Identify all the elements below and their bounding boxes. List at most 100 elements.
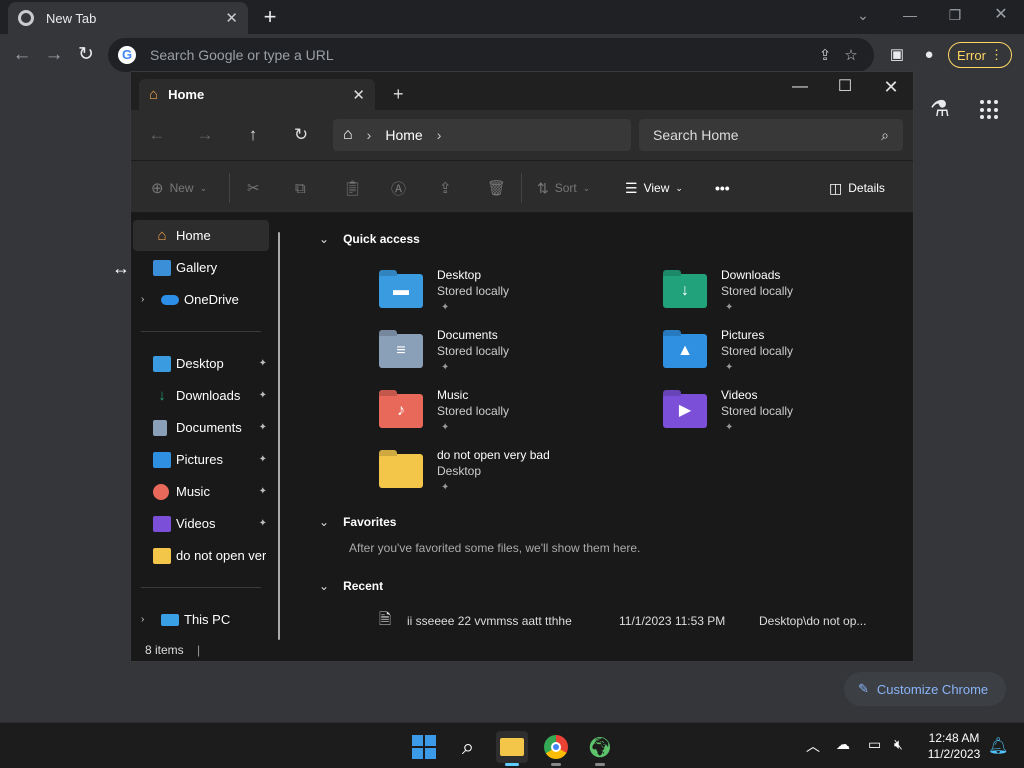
chrome-minimize-button[interactable]: — bbox=[897, 4, 923, 26]
explorer-minimize-button[interactable]: — bbox=[785, 77, 815, 97]
collapse-chevron-icon[interactable]: ⌄ bbox=[319, 579, 329, 593]
tray-overflow-chevron-icon[interactable]: ︿ bbox=[806, 736, 820, 756]
item-name: Videos bbox=[721, 388, 758, 402]
collapse-chevron-icon[interactable]: ⌄ bbox=[319, 232, 329, 246]
bookmark-star-icon[interactable]: ☆ bbox=[838, 46, 864, 64]
sidebar-item-videos[interactable]: Videos ✦ bbox=[133, 508, 269, 539]
more-options-icon[interactable]: ••• bbox=[715, 177, 730, 199]
sidebar-item-this-pc[interactable]: › This PC bbox=[133, 604, 269, 635]
sidebar-item-home[interactable]: ⌂ Home bbox=[133, 220, 269, 251]
taskbar-chrome-icon[interactable] bbox=[540, 731, 572, 766]
quick-access-item[interactable]: ≡ Documents Stored locally ✦ bbox=[379, 328, 629, 386]
address-chevron-icon[interactable]: › bbox=[437, 127, 442, 143]
copy-icon[interactable]: ⧉ bbox=[295, 177, 306, 199]
delete-icon[interactable]: 🗑︎ bbox=[487, 177, 506, 199]
explorer-forward-icon[interactable]: → bbox=[193, 124, 217, 146]
clock-time: 12:48 AM bbox=[928, 731, 980, 745]
sidebar-item-downloads[interactable]: ↓ Downloads ✦ bbox=[133, 380, 269, 411]
chrome-close-button[interactable]: ✕ bbox=[988, 4, 1014, 26]
explorer-new-tab-button[interactable]: + bbox=[393, 84, 404, 105]
address-bar[interactable]: ⌂ › Home › bbox=[333, 119, 631, 151]
sort-button[interactable]: ⇅ Sort ⌄ bbox=[537, 177, 590, 199]
view-button[interactable]: ☰ View ⌄ bbox=[625, 177, 683, 199]
chrome-tab-new-tab[interactable]: New Tab ✕ bbox=[8, 2, 248, 34]
sidebar-item-pictures[interactable]: Pictures ✦ bbox=[133, 444, 269, 475]
chrome-new-tab-button[interactable]: + bbox=[258, 4, 282, 30]
omnibox-placeholder[interactable]: Search Google or type a URL bbox=[150, 47, 812, 63]
share-icon[interactable]: ⇪ bbox=[812, 46, 838, 64]
item-subtitle: Stored locally bbox=[721, 344, 794, 358]
collapse-chevron-icon[interactable]: ⌄ bbox=[319, 515, 329, 529]
recent-header[interactable]: ⌄ Recent bbox=[319, 579, 383, 593]
explorer-close-button[interactable]: ✕ bbox=[876, 77, 906, 97]
google-apps-icon[interactable] bbox=[980, 100, 1000, 120]
taskbar-search-icon[interactable]: ⌕ bbox=[452, 731, 484, 763]
sidebar-item-label: Gallery bbox=[176, 260, 218, 275]
new-label: New bbox=[169, 181, 194, 195]
quick-access-item[interactable]: ↓ Downloads Stored locally ✦ bbox=[663, 268, 913, 326]
side-panel-icon[interactable]: ▣ bbox=[886, 44, 908, 66]
chrome-tab-search-icon[interactable]: ⌄ bbox=[850, 4, 876, 26]
explorer-refresh-icon[interactable]: ↻ bbox=[289, 124, 313, 146]
taskbar-file-explorer-icon[interactable] bbox=[496, 731, 528, 766]
system-clock[interactable]: 12:48 AM 11/2/2023 bbox=[914, 730, 994, 762]
share-icon[interactable]: ⇪ bbox=[439, 177, 452, 199]
chrome-back-icon[interactable]: ← bbox=[9, 42, 35, 68]
quick-access-item[interactable]: ▬ Desktop Stored locally ✦ bbox=[379, 268, 629, 326]
sidebar-item-documents[interactable]: Documents ✦ bbox=[133, 412, 269, 443]
quick-access-header[interactable]: ⌄ Quick access bbox=[319, 232, 420, 246]
quick-access-item[interactable]: ▲ Pictures Stored locally ✦ bbox=[663, 328, 913, 386]
details-button[interactable]: ◫ Details bbox=[829, 177, 885, 199]
plus-circle-icon: ⊕ bbox=[151, 180, 164, 197]
search-input[interactable]: Search Home ⌕ bbox=[639, 119, 903, 151]
taskbar-globe-app-icon[interactable]: 🌍︎ bbox=[584, 731, 616, 766]
pin-icon: ✦ bbox=[441, 422, 450, 433]
rename-icon[interactable]: Ⓐ bbox=[391, 177, 406, 199]
labs-flask-icon[interactable]: ⚗ bbox=[930, 96, 950, 122]
network-icon[interactable]: ▭ bbox=[868, 736, 881, 753]
chrome-forward-icon[interactable]: → bbox=[41, 42, 67, 68]
sidebar-item-desktop[interactable]: Desktop ✦ bbox=[133, 348, 269, 379]
new-button[interactable]: ⊕ New ⌄ bbox=[151, 177, 207, 199]
item-name: Documents bbox=[437, 328, 498, 342]
explorer-tab-bar: ⌂ Home ✕ + — ☐ ✕ bbox=[131, 72, 913, 110]
favorites-header[interactable]: ⌄ Favorites bbox=[319, 515, 396, 529]
explorer-tab-home[interactable]: ⌂ Home ✕ bbox=[139, 79, 375, 110]
sidebar-item-folder[interactable]: do not open ver bbox=[133, 540, 269, 571]
recent-file-row[interactable]: 🗎︎ ii sseeee 22 vvmmss aatt tthhe 11/1/2… bbox=[379, 610, 899, 632]
chrome-tab-close-icon[interactable]: ✕ bbox=[225, 9, 238, 27]
profile-icon[interactable]: ● bbox=[918, 44, 940, 66]
paste-icon[interactable]: 📋︎ bbox=[343, 177, 362, 199]
explorer-maximize-button[interactable]: ☐ bbox=[830, 77, 860, 97]
address-chevron-icon[interactable]: › bbox=[367, 127, 372, 143]
explorer-back-icon[interactable]: ← bbox=[145, 124, 169, 146]
quick-access-item[interactable]: do not open very bad Desktop ✦ bbox=[379, 448, 629, 506]
cut-icon[interactable]: ✂ bbox=[247, 177, 260, 199]
volume-muted-icon[interactable]: 🔇︎ bbox=[894, 736, 903, 753]
sidebar-item-onedrive[interactable]: › OneDrive bbox=[133, 284, 269, 315]
notification-bell-icon[interactable]: 🔔︎ bbox=[988, 736, 1008, 756]
sidebar-divider bbox=[141, 587, 261, 588]
chrome-reload-icon[interactable]: ↻ bbox=[73, 42, 99, 68]
sidebar-item-gallery[interactable]: Gallery bbox=[133, 252, 269, 283]
customize-chrome-button[interactable]: ✎ Customize Chrome bbox=[844, 672, 1006, 706]
address-home-icon[interactable]: ⌂ bbox=[343, 126, 353, 144]
expand-chevron-icon[interactable]: › bbox=[141, 614, 153, 625]
quick-access-item[interactable]: ▶ Videos Stored locally ✦ bbox=[663, 388, 913, 446]
chrome-restore-button[interactable]: ❐ bbox=[942, 4, 968, 26]
sidebar-item-label: This PC bbox=[184, 612, 231, 627]
omnibox[interactable]: G Search Google or type a URL ⇪ ☆ bbox=[108, 38, 874, 72]
item-subtitle: Stored locally bbox=[721, 284, 794, 298]
yellow-folder-icon bbox=[379, 454, 423, 488]
error-button[interactable]: Error ⋮ bbox=[948, 42, 1012, 68]
explorer-up-icon[interactable]: ↑ bbox=[241, 124, 265, 146]
quick-access-item[interactable]: ♪ Music Stored locally ✦ bbox=[379, 388, 629, 446]
expand-chevron-icon[interactable]: › bbox=[141, 294, 153, 305]
start-windows-icon[interactable] bbox=[408, 731, 440, 763]
explorer-tab-close-icon[interactable]: ✕ bbox=[352, 86, 365, 104]
sidebar-scrollbar[interactable] bbox=[278, 232, 280, 640]
onedrive-tray-icon[interactable]: ☁︎ bbox=[836, 736, 850, 753]
sidebar-item-music[interactable]: Music ✦ bbox=[133, 476, 269, 507]
documents-icon bbox=[153, 419, 167, 436]
address-segment-home[interactable]: Home bbox=[385, 127, 422, 143]
